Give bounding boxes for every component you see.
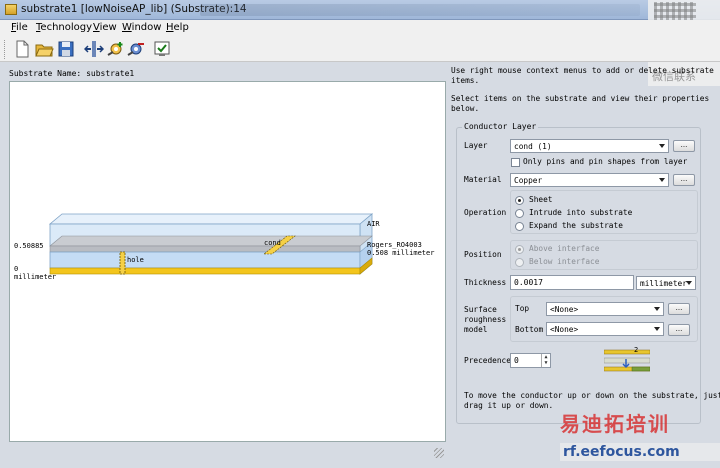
bottom-height-label: 0 [14,265,19,273]
operation-label: Operation [464,208,507,217]
check-icon[interactable] [152,39,172,59]
menu-technology[interactable]: Technology [36,22,92,33]
new-document-icon[interactable] [12,39,32,59]
chevron-down-icon [654,327,660,331]
watermark-brand: 易迪拓培训 [560,412,670,436]
precedence-input[interactable]: 0 ▲ ▼ [510,353,551,368]
precedence-label: Precedence [464,356,511,365]
menu-view[interactable]: View [93,22,117,33]
interface-layer [49,245,361,253]
save-icon[interactable] [56,39,76,59]
open-folder-icon[interactable] [34,39,54,59]
chevron-down-icon [659,144,665,148]
precedence-diagram: 2 [603,346,651,375]
menu-file[interactable]: File [11,22,28,33]
position-label: Position [464,250,502,259]
menu-bar: File Technology View Window Help [0,20,720,37]
only-pins-checkbox[interactable] [511,158,520,167]
chevron-down-icon [654,307,660,311]
hole-label: hole [127,256,144,264]
air-label: AIR [367,220,380,228]
ground-layer [49,267,361,275]
help-text-2: Select items on the substrate and view t… [451,94,710,113]
layer-select[interactable]: cond (1) [510,139,669,153]
operation-expand-label: Expand the substrate [529,221,623,230]
operation-expand-radio[interactable] [515,222,524,231]
material-select[interactable]: Copper [510,173,669,187]
precedence-spinner[interactable]: ▲ ▼ [541,354,550,367]
operation-sheet-radio[interactable] [515,196,524,205]
operation-intrude-label: Intrude into substrate [529,208,633,217]
thickness-unit-select[interactable]: millimeter [636,276,696,290]
substrate-name-label: Substrate Name: [9,69,82,78]
roughness-top-select[interactable]: <None> [546,302,664,316]
app-icon [5,4,17,15]
insert-layer-icon[interactable] [83,39,105,59]
roughness-label: Surface roughness model [464,305,507,334]
roughness-bottom-select[interactable]: <None> [546,322,664,336]
interface-top [49,235,373,247]
material-name-label: Rogers_RO4003 [367,241,422,249]
menu-help[interactable]: Help [166,22,189,33]
thickness-input[interactable]: 0.0017 [510,275,634,290]
roughness-bottom-browse-button[interactable]: ... [668,324,690,336]
substrate-diagram[interactable] [10,82,447,443]
group-title: Conductor Layer [462,122,539,131]
layer-label: Layer [464,141,488,150]
only-pins-label: Only pins and pin shapes from layer [523,157,688,166]
operation-sheet-label: Sheet [529,195,553,204]
substrate-canvas[interactable]: AIR 0.50885 cond Rogers_RO4003 0.508 mil… [9,81,446,442]
toolbar-grip[interactable] [4,40,7,59]
toolbar [0,37,720,62]
roughness-top-label: Top [515,304,530,313]
title-bar: substrate1 [lowNoiseAP_lib] (Substrate):… [0,0,720,20]
hole-via [119,251,126,275]
blurred-title-area [200,4,640,16]
resize-grip-icon[interactable] [434,448,444,458]
position-above-label: Above interface [529,244,600,253]
layer-browse-button[interactable]: ... [673,140,695,152]
substrate-name-row: Substrate Name: substrate1 [9,69,134,78]
bottom-unit-label: millimeter [14,273,57,281]
chevron-down-icon [686,281,692,285]
position-below-label: Below interface [529,257,600,266]
add-layer-icon[interactable] [106,39,126,59]
material-label: Material [464,175,502,184]
dielectric-layer [49,251,361,269]
position-below-radio[interactable] [515,258,524,267]
roughness-bottom-label: Bottom [515,325,544,334]
precedence-badge: 2 [634,346,639,354]
help-text-1: Use right mouse context menus to add or … [451,66,714,85]
cond-label: cond [264,239,281,247]
substrate-name-value: substrate1 [86,69,135,78]
menu-window[interactable]: Window [122,22,161,33]
top-height-label: 0.50885 [14,242,44,250]
material-browse-button[interactable]: ... [673,174,695,186]
spin-down-icon[interactable]: ▼ [542,360,550,366]
material-thickness-label: 0.508 millimeter [367,249,435,257]
remove-layer-icon[interactable] [126,39,146,59]
air-top-face [48,213,374,225]
watermark-url: rf.eefocus.com [563,444,680,460]
position-above-radio[interactable] [515,245,524,254]
chevron-down-icon [659,178,665,182]
roughness-top-browse-button[interactable]: ... [668,303,690,315]
thickness-label: Thickness [464,278,507,287]
operation-intrude-radio[interactable] [515,209,524,218]
